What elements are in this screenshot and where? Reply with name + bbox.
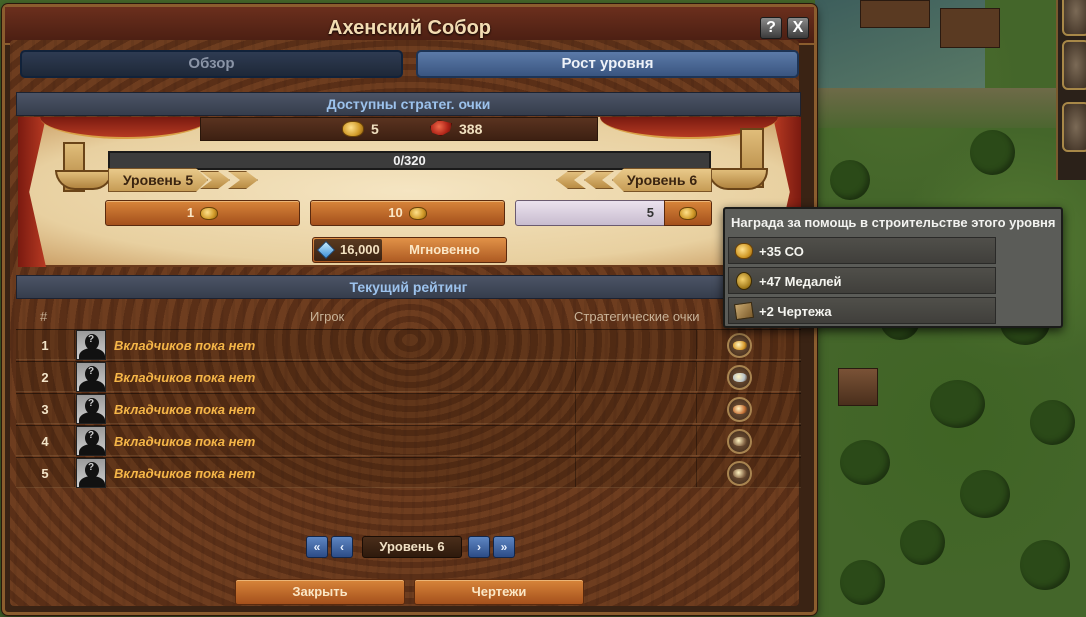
tree [1030, 400, 1075, 445]
row-rank: 5 [41, 466, 49, 481]
row-rank: 4 [41, 434, 49, 449]
tooltip-reward-row: +47 Медалей [728, 267, 996, 294]
avatar: ? [76, 330, 106, 360]
diamond-icon [316, 240, 336, 260]
tree [1020, 540, 1070, 590]
reward-chest-icon[interactable] [727, 397, 752, 422]
contribution-amount-input[interactable]: 5 [515, 200, 665, 226]
ranking-table-header: # Игрок Стратегические очки [16, 303, 801, 329]
forge-points-icon [735, 243, 753, 259]
contribute-1-label: 1 [186, 205, 195, 220]
tree [900, 520, 945, 565]
instant-label: Мгновенно [409, 242, 480, 257]
contribute-10-label: 10 [388, 205, 403, 220]
row-player: Вкладчиков пока нет [114, 370, 256, 385]
diamond-cost-value: 16,000 [340, 242, 380, 257]
tab-overview[interactable]: Обзор [20, 50, 403, 78]
tree [930, 380, 985, 428]
forge-points-icon [200, 207, 219, 221]
blueprints-button[interactable]: Чертежи [414, 579, 584, 605]
instant-complete-button[interactable]: 16,000 Мгновенно [312, 237, 507, 263]
row-player: Вкладчиков пока нет [114, 434, 256, 449]
reward-text: +35 СО [759, 244, 804, 259]
goods-amount: 388 [459, 121, 483, 137]
reward-chest-icon[interactable] [727, 365, 752, 390]
last-page-button[interactable]: » [493, 536, 515, 558]
current-level-banner: Уровень 5 [108, 168, 208, 192]
castle-base-right [708, 168, 768, 190]
shoreline [815, 88, 1086, 128]
reward-chest-icon[interactable] [727, 461, 752, 486]
progress-text: 0/320 [393, 153, 426, 168]
column-player: Игрок [310, 309, 345, 324]
tree [840, 560, 885, 605]
close-icon[interactable]: X [787, 17, 809, 39]
column-forge-points: Стратегические очки [574, 309, 700, 324]
close-button[interactable]: Закрыть [235, 579, 405, 605]
window-title: Ахенский Собор [328, 17, 491, 39]
contribution-section-header: Доступны стратег. очки [16, 92, 801, 116]
table-row: 2 ? Вкладчиков пока нет [16, 361, 801, 392]
ranking-section-header: Текущий рейтинг [16, 275, 801, 299]
prev-page-button[interactable]: ‹ [331, 536, 353, 558]
ship [940, 8, 1000, 48]
level-progress-bar: 0/320 [108, 151, 711, 170]
side-toolbar-button[interactable] [1062, 40, 1086, 90]
contribute-10-button[interactable]: 10 [310, 200, 505, 226]
medal-icon [736, 272, 752, 290]
row-rank: 3 [41, 402, 49, 417]
contribute-amount-button[interactable] [664, 200, 712, 226]
reward-chest-icon[interactable] [727, 333, 752, 358]
side-toolbar-button[interactable] [1062, 0, 1086, 36]
diamond-cost: 16,000 [314, 239, 382, 261]
tooltip-reward-row: +35 СО [728, 237, 996, 264]
row-rank: 2 [41, 370, 49, 385]
side-toolbar-button[interactable] [1062, 102, 1086, 152]
avatar: ? [76, 394, 106, 424]
row-rank: 1 [41, 338, 49, 353]
table-row: 4 ? Вкладчиков пока нет [16, 425, 801, 456]
forge-points-icon [408, 207, 427, 221]
row-player: Вкладчиков пока нет [114, 338, 256, 353]
tooltip-title: Награда за помощь в строительстве этого … [731, 215, 1056, 230]
resources-strip [200, 117, 598, 141]
help-button[interactable]: ? [760, 17, 782, 39]
tab-level-up[interactable]: Рост уровня [416, 50, 799, 78]
pagination-level: Уровень 6 [362, 536, 462, 558]
tree [960, 470, 1010, 518]
next-page-button[interactable]: › [468, 536, 490, 558]
reward-chest-icon[interactable] [727, 429, 752, 454]
ship [860, 0, 930, 28]
table-row: 5 ? Вкладчиков пока нет [16, 457, 801, 488]
available-forge-points: 5 [371, 121, 379, 137]
tooltip-reward-row: +2 Чертежа [728, 297, 996, 324]
avatar: ? [76, 362, 106, 392]
reward-text: +47 Медалей [759, 274, 842, 289]
contribute-1-button[interactable]: 1 [105, 200, 300, 226]
forge-points-icon [342, 121, 364, 137]
first-page-button[interactable]: « [306, 536, 328, 558]
blueprint-icon [733, 301, 755, 321]
row-player: Вкладчиков пока нет [114, 402, 256, 417]
table-row: 1 ? Вкладчиков пока нет [16, 329, 801, 360]
row-player: Вкладчиков пока нет [114, 466, 256, 481]
next-level-banner: Уровень 6 [612, 168, 712, 192]
tree [830, 160, 870, 200]
tree [840, 440, 890, 485]
reward-text: +2 Чертежа [759, 304, 832, 319]
column-rank: # [40, 309, 48, 324]
forge-points-icon [679, 207, 697, 221]
tree [970, 130, 1015, 175]
building [838, 368, 878, 406]
table-row: 3 ? Вкладчиков пока нет [16, 393, 801, 424]
avatar: ? [76, 458, 106, 488]
reward-tooltip: Награда за помощь в строительстве этого … [723, 207, 1063, 328]
avatar: ? [76, 426, 106, 456]
